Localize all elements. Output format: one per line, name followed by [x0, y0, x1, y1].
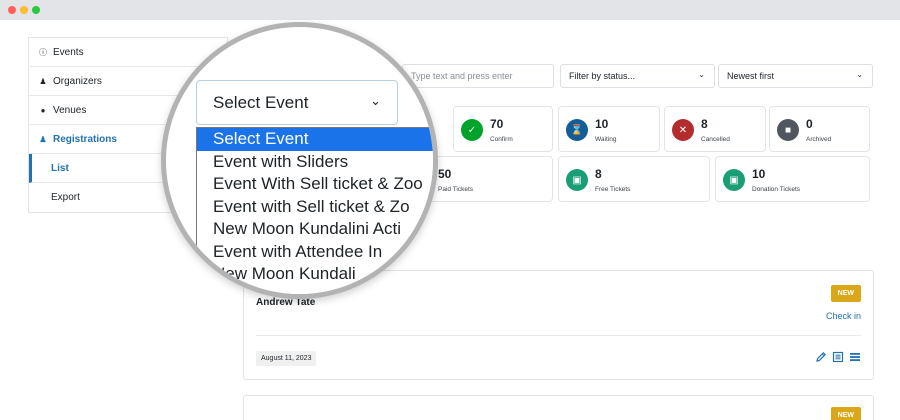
stat-label: Free Tickets [595, 186, 631, 193]
chevron-down-icon: ⌄ [698, 70, 705, 79]
event-option[interactable]: Event with Sliders [197, 151, 433, 174]
person-icon: ♟ [39, 76, 47, 86]
stat-card-archived[interactable]: ■ 0 Archived [769, 106, 870, 152]
stat-card-confirm[interactable]: ✓ 70 Confirm [453, 106, 553, 152]
stat-value: 50 [438, 167, 452, 181]
minimize-window-dot[interactable] [20, 6, 28, 14]
stat-label: Confirm [490, 136, 513, 143]
archive-icon: ■ [777, 119, 799, 141]
event-select-value: Select Event [213, 92, 309, 112]
chevron-down-icon: ⌄ [856, 70, 863, 79]
sort-value: Newest first [727, 71, 775, 81]
check-in-link[interactable]: Check in [826, 311, 861, 321]
registration-card: NEW [243, 395, 874, 420]
registration-date: August 11, 2023 [256, 351, 317, 366]
event-dropdown-list: Select Event Event with Sliders Event Wi… [196, 127, 433, 294]
cancel-user-icon: ✕ [672, 119, 694, 141]
stat-card-cancelled[interactable]: ✕ 8 Cancelled [664, 106, 766, 152]
event-option[interactable]: New Moon Kundali [197, 263, 433, 286]
stat-card-free-tickets[interactable]: ▣ 8 Free Tickets [558, 156, 710, 202]
stat-label: Donation Tickets [752, 186, 801, 193]
magnifier-lens: Select Event ⌄ Select Event Event with S… [161, 22, 438, 299]
sidebar-item-label: Export [51, 192, 80, 203]
event-option[interactable]: Select Event [197, 128, 433, 151]
sidebar-item-events[interactable]: ⓘ Events [29, 38, 227, 67]
check-user-icon: ✓ [461, 119, 483, 141]
details-document-icon[interactable] [832, 351, 844, 363]
stat-value: 10 [752, 167, 766, 181]
stat-label: Cancelled [701, 136, 730, 143]
card-divider [256, 335, 861, 336]
event-option[interactable]: Event with Attendee In [197, 241, 433, 264]
event-select[interactable]: Select Event ⌄ [196, 80, 398, 125]
info-circle-icon: ⓘ [39, 47, 47, 57]
status-badge: NEW [830, 407, 861, 420]
stat-value: 8 [701, 117, 708, 131]
event-option[interactable]: Event with Sell ticket & Zo [197, 196, 433, 219]
map-pin-icon: ● [40, 105, 46, 115]
stat-label: Paid Tickets [438, 186, 474, 193]
window-titlebar [0, 0, 900, 20]
status-filter-select[interactable]: Filter by status... ⌄ [560, 64, 715, 88]
hourglass-icon: ⌛ [566, 119, 588, 141]
stat-label: Waiting [595, 136, 617, 143]
search-input[interactable] [402, 64, 554, 88]
group-icon: ♟ [39, 134, 47, 144]
stat-card-waiting[interactable]: ⌛ 10 Waiting [558, 106, 660, 152]
status-filter-value: Filter by status... [569, 71, 636, 81]
stat-value: 70 [490, 117, 504, 131]
sidebar-item-label: List [51, 162, 69, 174]
card-actions [815, 351, 861, 363]
sidebar-item-label: Venues [53, 104, 87, 116]
stat-label: Archived [806, 136, 832, 143]
sidebar-item-label: Registrations [53, 133, 117, 145]
stat-value: 0 [806, 117, 813, 131]
event-option[interactable]: New Moon Kundalini Acti [197, 218, 433, 241]
menu-list-icon[interactable] [849, 351, 861, 363]
close-window-dot[interactable] [8, 6, 16, 14]
sidebar-item-label: Organizers [53, 75, 102, 87]
sort-select[interactable]: Newest first ⌄ [718, 64, 873, 88]
edit-pencil-icon[interactable] [815, 351, 827, 363]
sidebar-item-label: Events [53, 46, 84, 58]
status-badge: NEW [830, 285, 861, 302]
chevron-down-icon: ⌄ [370, 93, 381, 108]
event-option[interactable]: Event With Sell ticket & Zoo [197, 173, 433, 196]
stat-value: 10 [595, 117, 609, 131]
stat-value: 8 [595, 167, 602, 181]
gift-icon: ▣ [723, 169, 745, 191]
stat-card-donation-tickets[interactable]: ▣ 10 Donation Tickets [715, 156, 870, 202]
maximize-window-dot[interactable] [32, 6, 40, 14]
gift-icon: ▣ [566, 169, 588, 191]
